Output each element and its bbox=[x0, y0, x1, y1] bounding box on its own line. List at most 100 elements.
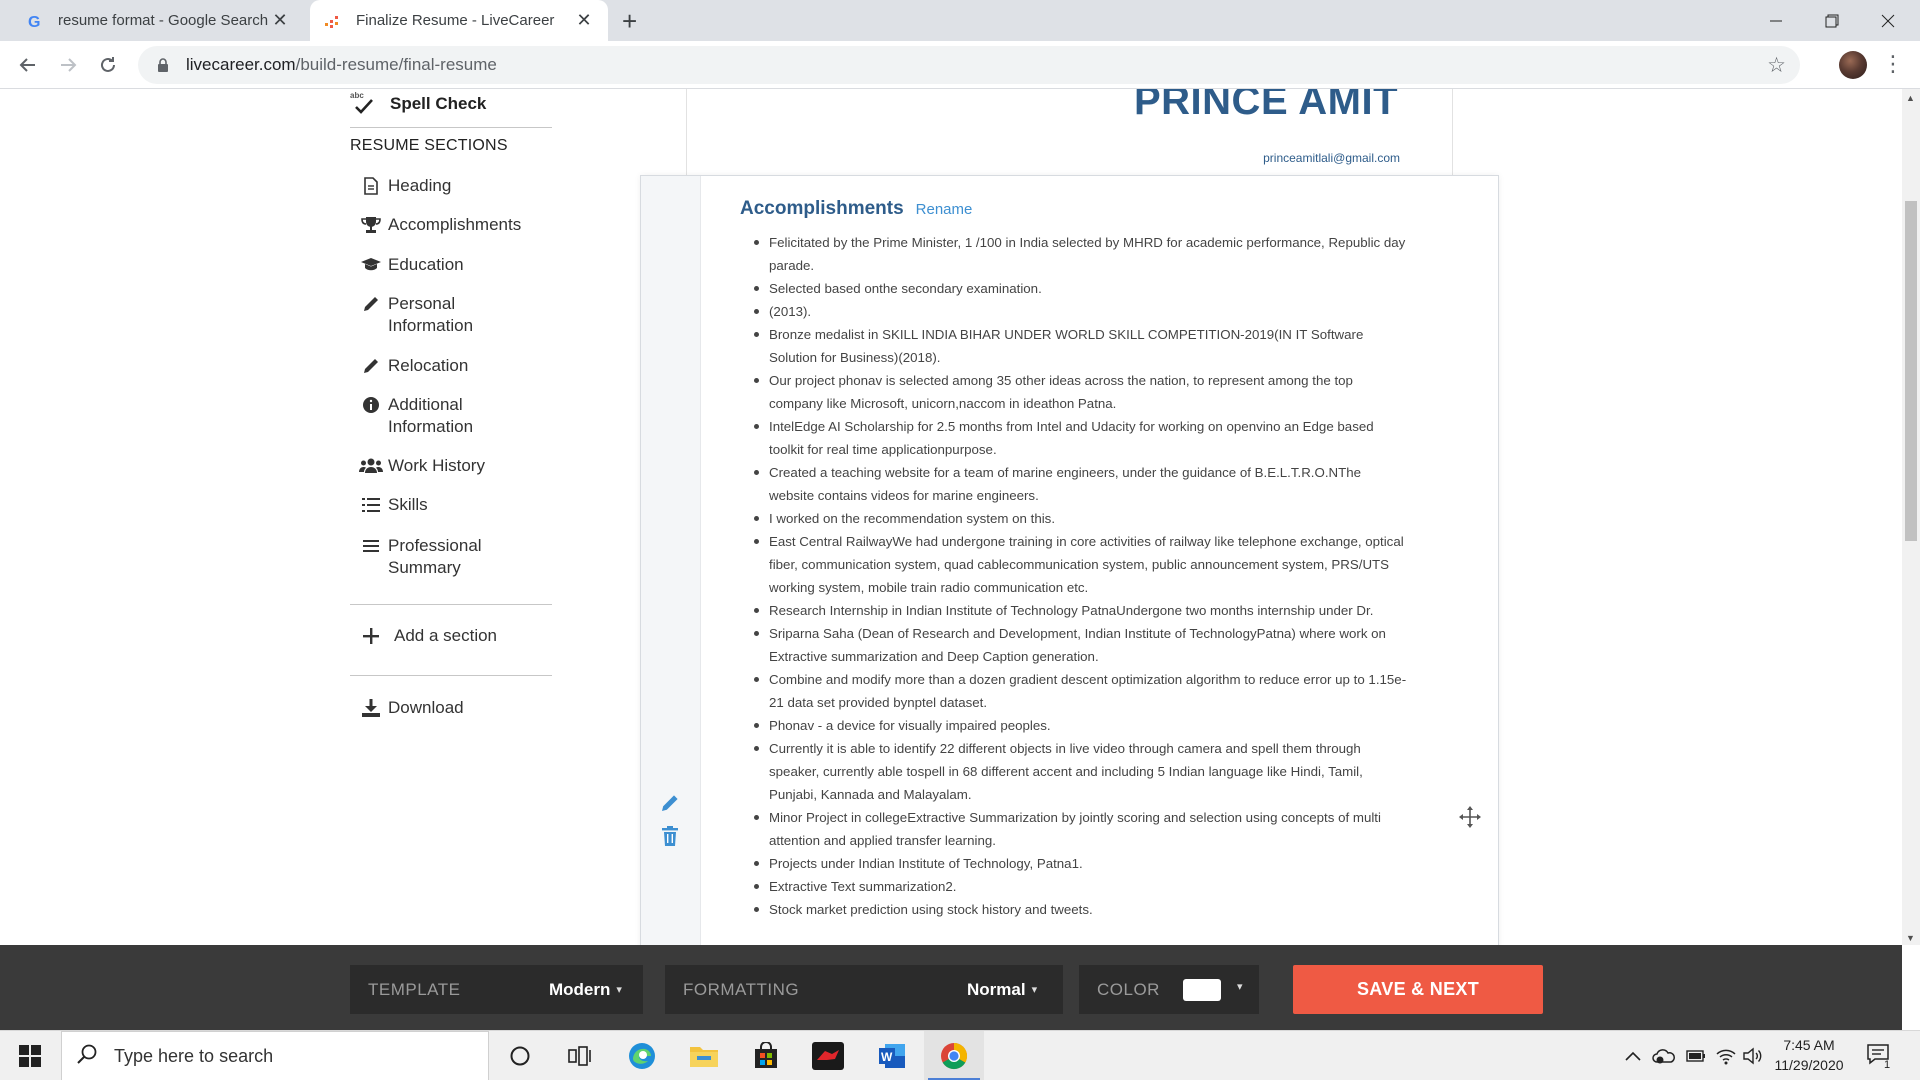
sidebar-item-label: Education bbox=[388, 255, 464, 274]
chrome-icon[interactable] bbox=[924, 1031, 984, 1080]
tab-title: resume format - Google Search bbox=[58, 12, 269, 29]
sidebar-item-label: Personal Information bbox=[388, 294, 474, 335]
scrollbar-thumb[interactable] bbox=[1905, 201, 1917, 541]
svg-text:W: W bbox=[881, 1050, 893, 1064]
template-selector[interactable]: TEMPLATE Modern ▾ bbox=[350, 965, 643, 1014]
file-explorer-icon[interactable] bbox=[674, 1031, 734, 1080]
profile-avatar[interactable] bbox=[1839, 51, 1867, 79]
chevron-down-icon: ▾ bbox=[1237, 981, 1243, 993]
scroll-up-arrow-icon[interactable]: ▲ bbox=[1906, 93, 1915, 103]
sidebar-item-label: Accomplishments bbox=[388, 215, 522, 234]
spell-check-button[interactable]: abc Spell Check bbox=[350, 89, 486, 119]
volume-icon[interactable] bbox=[1743, 1031, 1763, 1080]
sidebar-item-relocation[interactable]: Relocation bbox=[358, 355, 538, 377]
sidebar-item-personal-information[interactable]: Personal Information bbox=[358, 293, 538, 337]
battery-icon[interactable] bbox=[1686, 1031, 1706, 1080]
tab-title: Finalize Resume - LiveCareer bbox=[356, 12, 555, 29]
taskbar-search-input[interactable]: Type here to search bbox=[61, 1031, 489, 1080]
graduation-cap-icon bbox=[358, 254, 384, 276]
sidebar-item-label: Heading bbox=[388, 176, 452, 195]
cortana-icon[interactable] bbox=[490, 1031, 550, 1080]
word-icon[interactable]: W bbox=[862, 1031, 922, 1080]
save-and-next-button[interactable]: SAVE & NEXT bbox=[1293, 965, 1543, 1014]
color-swatch[interactable] bbox=[1183, 979, 1221, 1001]
plus-icon bbox=[358, 628, 384, 644]
sidebar-item-accomplishments[interactable]: Accomplishments bbox=[358, 214, 538, 236]
show-hidden-icons-chevron-icon[interactable] bbox=[1624, 1031, 1642, 1080]
accomplishment-item: (2013). bbox=[754, 300, 1409, 323]
back-icon[interactable] bbox=[14, 51, 42, 79]
url-text: livecareer.com/build-resume/final-resume bbox=[186, 55, 497, 74]
color-selector[interactable]: COLOR ▾ bbox=[1079, 965, 1259, 1014]
bookmark-star-icon[interactable]: ☆ bbox=[1767, 53, 1786, 78]
spell-check-label: Spell Check bbox=[390, 94, 487, 113]
accomplishment-item: Our project phonav is selected among 35 … bbox=[754, 369, 1409, 415]
section-title: Accomplishments bbox=[740, 198, 904, 219]
document-icon bbox=[358, 175, 384, 197]
accomplishment-item: Research Internship in Indian Institute … bbox=[754, 599, 1409, 622]
windows-start-icon[interactable] bbox=[0, 1031, 60, 1080]
address-bar[interactable]: livecareer.com/build-resume/final-resume… bbox=[138, 46, 1800, 84]
accomplishment-item: Stock market prediction using stock hist… bbox=[754, 898, 1409, 921]
formatting-value: Normal ▾ bbox=[967, 979, 1038, 999]
sidebar-item-education[interactable]: Education bbox=[358, 254, 538, 276]
wifi-icon[interactable] bbox=[1716, 1031, 1736, 1080]
delete-trash-icon[interactable] bbox=[660, 825, 680, 847]
download-label: Download bbox=[388, 698, 464, 717]
list-icon bbox=[358, 494, 384, 516]
tab-google-search[interactable]: G resume format - Google Search ✕ bbox=[14, 0, 304, 41]
add-section-button[interactable]: Add a section bbox=[358, 626, 497, 646]
divider bbox=[350, 127, 552, 128]
more-menu-icon[interactable]: ⋮ bbox=[1882, 49, 1904, 79]
accomplishments-section-card[interactable]: Accomplishments Rename Felicitated by th… bbox=[640, 175, 1499, 945]
lock-icon[interactable] bbox=[152, 57, 174, 73]
resume-name: PRINCE AMIT bbox=[1133, 89, 1398, 123]
clock-date: 11/29/2020 bbox=[1774, 1057, 1844, 1073]
app-launcher-icon[interactable] bbox=[798, 1031, 858, 1080]
sidebar-item-additional-information[interactable]: Additional Information bbox=[358, 394, 538, 438]
edit-pencil-icon[interactable] bbox=[659, 792, 681, 814]
trophy-icon bbox=[358, 214, 384, 236]
sidebar-item-professional-summary[interactable]: Professional Summary bbox=[358, 535, 538, 579]
close-window-icon[interactable] bbox=[1860, 0, 1916, 41]
download-button[interactable]: Download bbox=[358, 698, 464, 718]
sidebar-item-label: Relocation bbox=[388, 356, 469, 375]
formatting-selector[interactable]: FORMATTING Normal ▾ bbox=[665, 965, 1063, 1014]
restore-icon[interactable] bbox=[1804, 0, 1860, 41]
page-scrollbar[interactable]: ▲ ▼ bbox=[1902, 89, 1920, 945]
page-viewport: abc Spell Check RESUME SECTIONS Heading … bbox=[0, 89, 1920, 945]
rename-link[interactable]: Rename bbox=[916, 201, 973, 218]
accomplishment-item: Selected based onthe secondary examinati… bbox=[754, 277, 1409, 300]
close-tab-icon[interactable]: ✕ bbox=[270, 10, 290, 31]
task-view-icon[interactable] bbox=[550, 1031, 610, 1080]
scroll-down-arrow-icon[interactable]: ▼ bbox=[1906, 933, 1915, 943]
accomplishment-item: I worked on the recommendation system on… bbox=[754, 507, 1409, 530]
notification-count: 1 bbox=[1884, 1059, 1890, 1070]
action-center-icon[interactable]: 1 bbox=[1866, 1042, 1894, 1071]
sidebar-item-skills[interactable]: Skills bbox=[358, 494, 538, 516]
new-tab-icon[interactable]: + bbox=[622, 6, 637, 37]
svg-text:abc: abc bbox=[350, 91, 364, 100]
microsoft-store-icon[interactable] bbox=[736, 1031, 796, 1080]
resume-preview-header: PRINCE AMIT princeamitlali@gmail.com bbox=[686, 89, 1453, 179]
close-tab-icon[interactable]: ✕ bbox=[574, 10, 594, 31]
edge-browser-icon[interactable] bbox=[612, 1031, 672, 1080]
search-placeholder: Type here to search bbox=[114, 1045, 274, 1066]
move-drag-icon[interactable] bbox=[1459, 806, 1481, 828]
sidebar-item-label: Additional Information bbox=[388, 395, 474, 436]
divider bbox=[350, 604, 552, 605]
reload-icon[interactable] bbox=[94, 51, 122, 79]
forward-icon[interactable] bbox=[54, 51, 82, 79]
chevron-down-icon: ▾ bbox=[616, 984, 622, 996]
tab-livecareer[interactable]: Finalize Resume - LiveCareer ✕ bbox=[310, 0, 608, 41]
browser-toolbar: livecareer.com/build-resume/final-resume… bbox=[0, 41, 1920, 89]
sidebar-item-heading[interactable]: Heading bbox=[358, 175, 538, 197]
sidebar-item-work-history[interactable]: Work History bbox=[358, 455, 538, 477]
clock-time: 7:45 AM bbox=[1783, 1037, 1835, 1053]
chevron-down-icon: ▾ bbox=[1031, 984, 1038, 996]
system-clock[interactable]: 7:45 AM 11/29/2020 bbox=[1766, 1035, 1852, 1075]
minimize-icon[interactable] bbox=[1748, 0, 1804, 41]
onedrive-icon[interactable] bbox=[1652, 1031, 1676, 1080]
accomplishment-item: Minor Project in collegeExtractive Summa… bbox=[754, 806, 1409, 852]
accomplishment-item: Currently it is able to identify 22 diff… bbox=[754, 737, 1409, 806]
